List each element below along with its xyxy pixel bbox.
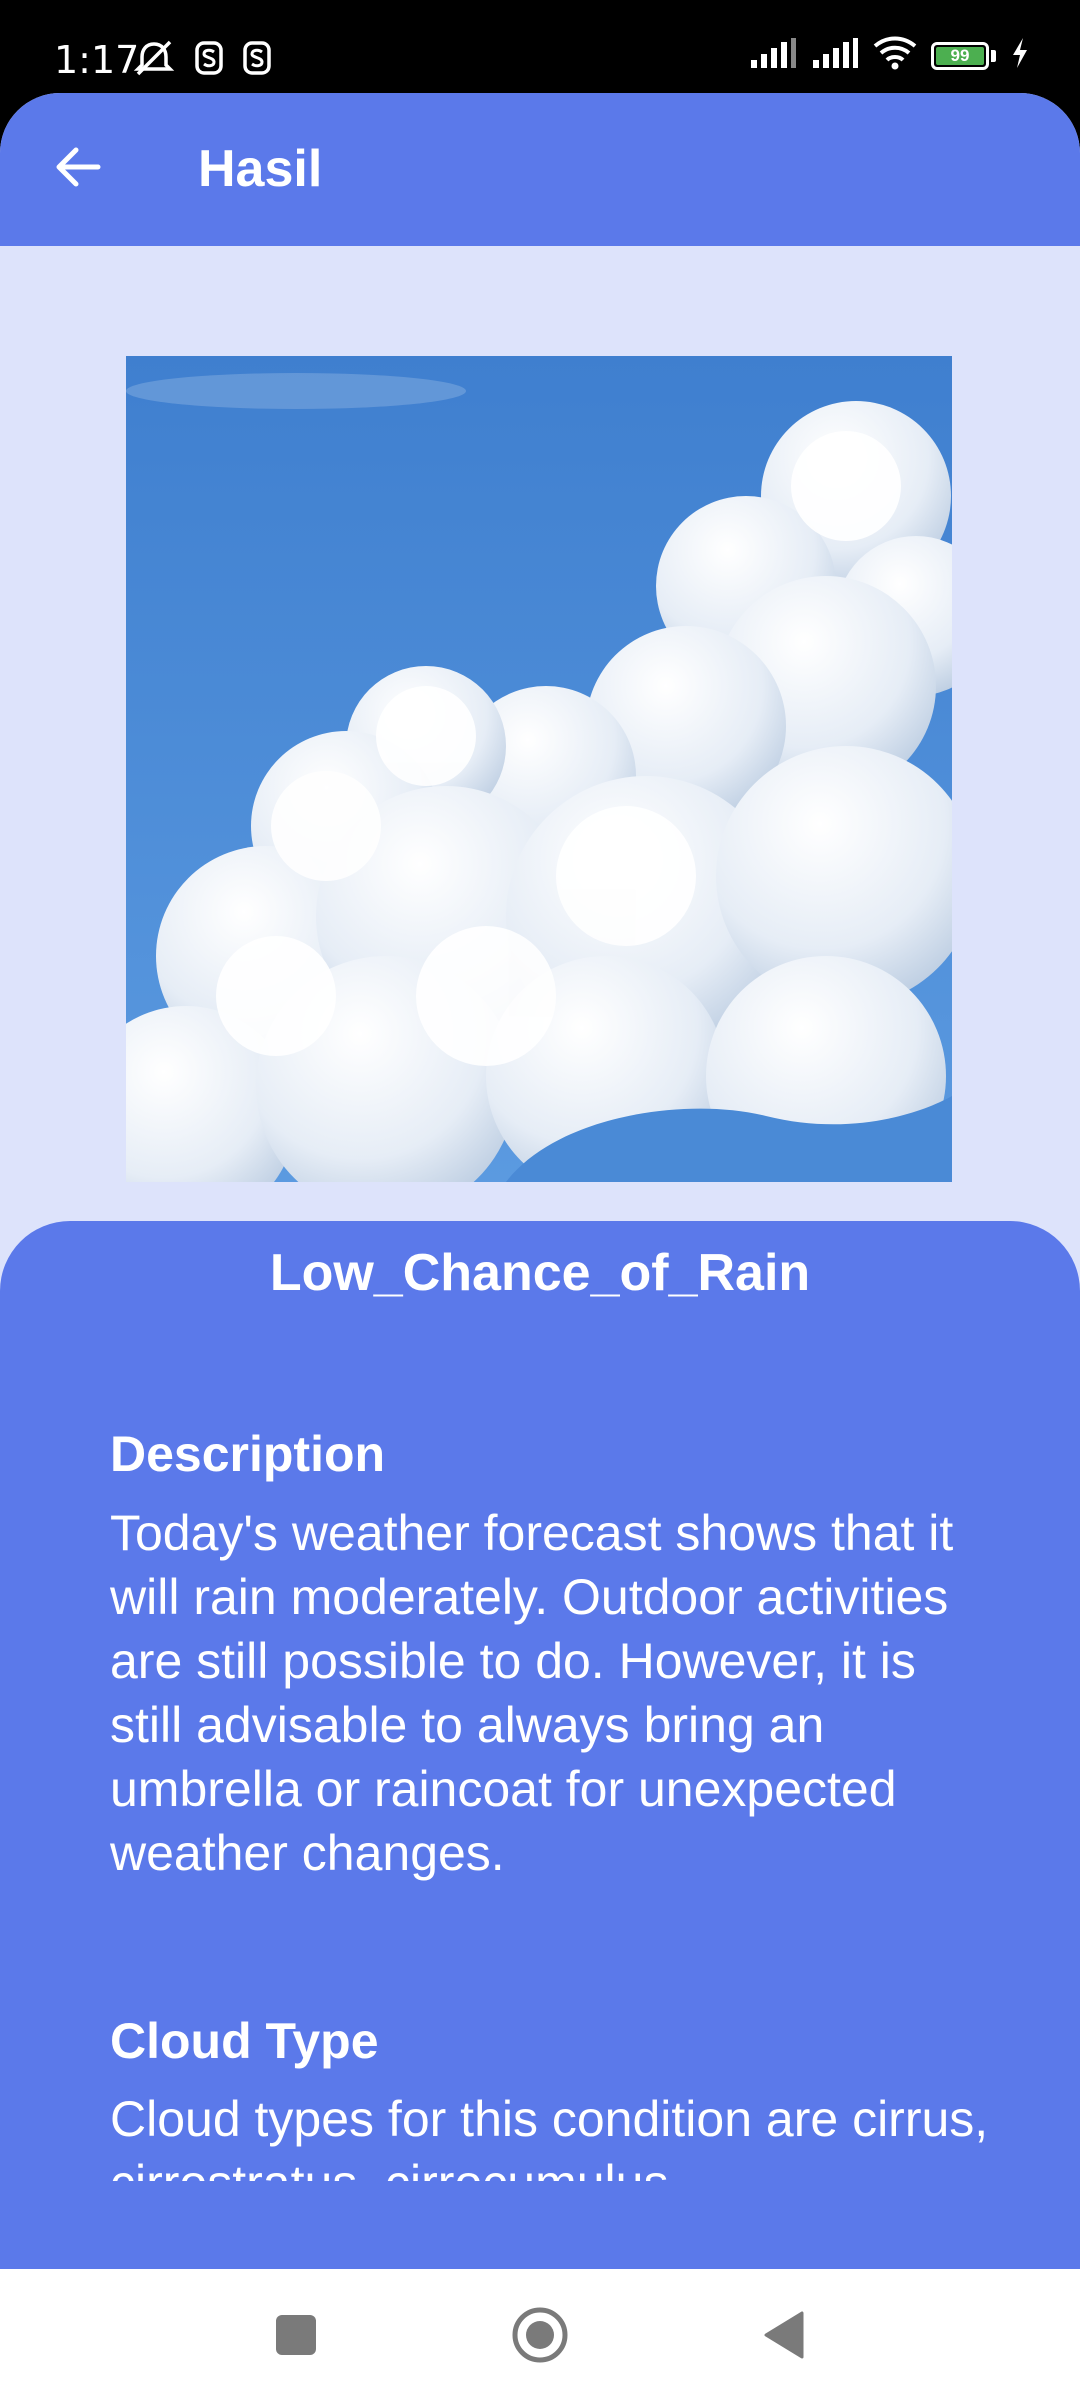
page-title: Hasil <box>198 140 323 198</box>
status-bar: 1:17 99 <box>0 0 1080 93</box>
app-notification-icon <box>242 40 272 81</box>
result-details-sheet: Low_Chance_of_Rain Description Today's w… <box>0 1221 1080 2269</box>
condition-label: Low_Chance_of_Rain <box>269 1244 811 1302</box>
recents-square-icon <box>274 2313 318 2362</box>
battery-icon: 99 <box>931 41 996 70</box>
system-nav-bar <box>0 2269 1080 2400</box>
home-button[interactable] <box>500 2297 580 2377</box>
battery-level: 99 <box>936 46 984 65</box>
result-cloud-image <box>126 356 952 1182</box>
signal-icon <box>811 36 859 75</box>
status-icons-left <box>132 38 272 83</box>
charging-icon <box>1010 36 1030 75</box>
cloud-type-heading: Cloud Type <box>110 2013 379 2069</box>
back-nav-button[interactable] <box>744 2297 824 2377</box>
arrow-left-icon <box>54 145 102 194</box>
status-icons-right: 99 <box>749 36 1030 75</box>
app-bar: Hasil <box>0 93 1080 246</box>
description-heading: Description <box>110 1426 386 1482</box>
cloud-type-text: Cloud types for this condition are cirru… <box>110 2091 989 2181</box>
back-triangle-icon <box>762 2311 806 2364</box>
status-time: 1:17 <box>54 38 140 82</box>
description-text: Today's weather forecast shows that it w… <box>110 1505 954 1881</box>
app-notification-icon <box>194 40 224 81</box>
back-button[interactable] <box>40 131 116 207</box>
app-screen: Hasil Low_Chance_of_Rain Description Tod… <box>0 93 1080 2269</box>
alarm-off-icon <box>132 38 176 83</box>
home-circle-icon <box>511 2306 569 2369</box>
wifi-icon <box>873 36 917 75</box>
recents-button[interactable] <box>256 2297 336 2377</box>
signal-icon <box>749 36 797 75</box>
